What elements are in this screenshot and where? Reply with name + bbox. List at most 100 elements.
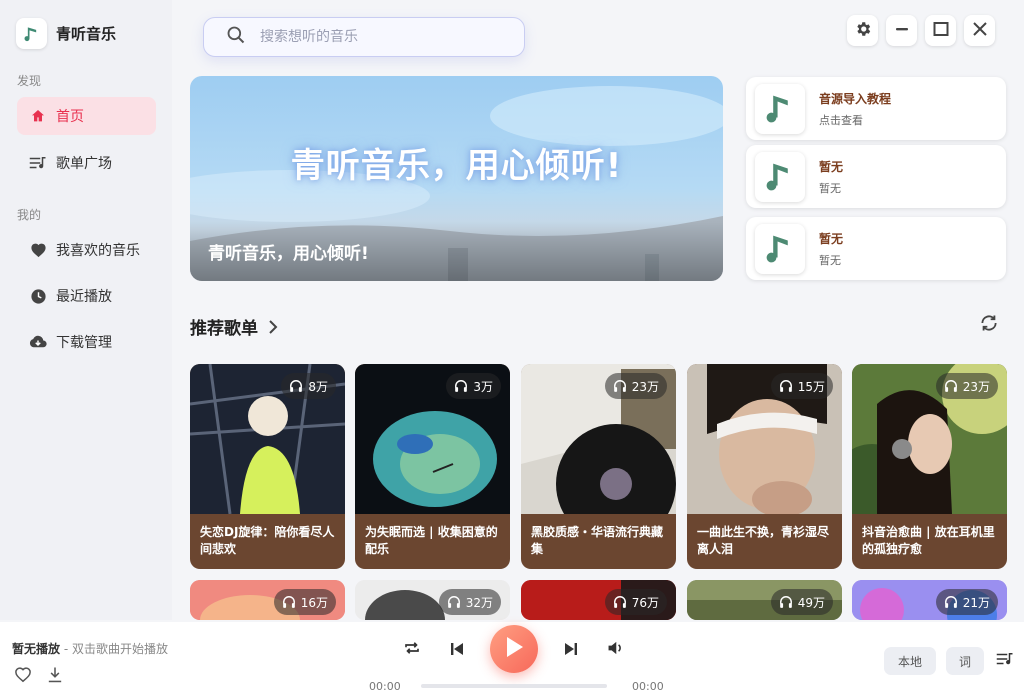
close-icon — [972, 21, 987, 40]
playlist-card[interactable]: 76万 — [521, 580, 676, 620]
headphones-icon — [454, 379, 468, 393]
play-count: 23万 — [631, 379, 659, 394]
repeat-button[interactable] — [402, 640, 422, 660]
play-count: 76万 — [631, 595, 659, 610]
play-count-badge: 16万 — [273, 589, 336, 615]
headphones-icon — [282, 595, 296, 609]
banner[interactable]: 青听音乐，用心倾听! 青听音乐，用心倾听! — [190, 76, 723, 281]
side-card-subtitle: 点击查看 — [819, 113, 863, 127]
chevron-right-icon — [268, 319, 278, 334]
maximize-icon — [933, 21, 949, 41]
play-count: 23万 — [962, 379, 990, 394]
play-count: 21万 — [962, 595, 990, 610]
sidebar-item-label: 下载管理 — [56, 335, 112, 351]
progress-bar[interactable] — [421, 684, 607, 688]
player-bar: 暂无播放 - 双击歌曲开始播放 00:00 00:00 本地 词 — [0, 622, 1024, 698]
headphones-icon — [289, 379, 303, 393]
search-icon — [226, 25, 246, 49]
refresh-button[interactable] — [976, 312, 1002, 338]
music-note-icon — [755, 223, 805, 274]
sidebar-item-recent[interactable]: 最近播放 — [17, 277, 156, 315]
headphones-icon — [944, 379, 958, 393]
play-count-badge: 76万 — [604, 589, 667, 615]
volume-button[interactable] — [605, 640, 625, 660]
play-count: 16万 — [300, 595, 328, 610]
side-card-title: 音源导入教程 — [819, 91, 892, 106]
playlist-name: 抖音治愈曲 | 放在耳机里的孤独疗愈 — [862, 525, 995, 556]
playlist-card[interactable]: 16万 — [190, 580, 345, 620]
recommend-section-header[interactable]: 推荐歌单 — [190, 314, 278, 339]
sidebar-item-playlist-square[interactable]: 歌单广场 — [17, 144, 156, 182]
app-logo: 青听音乐 — [16, 18, 116, 49]
next-button[interactable] — [561, 640, 581, 660]
sidebar-item-home[interactable]: 首页 — [17, 97, 156, 135]
playlist-card[interactable]: 15万 一曲此生不换，青衫湿尽离人泪 — [687, 364, 842, 569]
headphones-icon — [779, 379, 793, 393]
side-card-subtitle: 暂无 — [819, 253, 841, 267]
settings-button[interactable] — [847, 15, 878, 46]
play-button[interactable] — [490, 625, 538, 673]
sidebar: 青听音乐 发现 首页 歌单广场 我的 我喜欢的音乐 最近播放 下载管理 — [0, 0, 172, 620]
lyrics-button[interactable]: 词 — [946, 647, 984, 675]
sidebar-item-liked-music[interactable]: 我喜欢的音乐 — [17, 231, 156, 269]
app-name: 青听音乐 — [56, 25, 117, 43]
home-icon — [29, 107, 47, 125]
playlist-card[interactable]: 49万 — [687, 580, 842, 620]
queue-button[interactable] — [995, 651, 1015, 671]
play-count-badge: 32万 — [438, 589, 501, 615]
banner-headline: 青听音乐，用心倾听! — [290, 146, 623, 186]
close-button[interactable] — [964, 15, 995, 46]
play-count-badge: 3万 — [446, 373, 501, 399]
mine-section-title: 我的 — [17, 208, 42, 222]
headphones-icon — [613, 595, 627, 609]
headphones-icon — [447, 595, 461, 609]
playlist-name: 为失眠而选 | 收集困意的配乐 — [365, 525, 498, 556]
headphones-icon — [944, 595, 958, 609]
now-playing-hint: - 双击歌曲开始播放 — [60, 642, 168, 656]
heart-icon — [29, 241, 47, 259]
volume-icon — [607, 640, 624, 660]
now-playing: 暂无播放 - 双击歌曲开始播放 — [12, 640, 168, 657]
current-time: 00:00 — [369, 680, 401, 693]
minimize-button[interactable] — [886, 15, 917, 46]
side-card-source-tutorial[interactable]: 音源导入教程 点击查看 — [746, 77, 1006, 140]
total-time: 00:00 — [632, 680, 664, 693]
search-input[interactable] — [260, 29, 500, 45]
playlist-card[interactable]: 23万 抖音治愈曲 | 放在耳机里的孤独疗愈 — [852, 364, 1007, 569]
play-icon — [504, 636, 524, 662]
play-count: 3万 — [473, 379, 493, 394]
play-count-badge: 8万 — [281, 373, 336, 399]
refresh-icon — [979, 313, 999, 337]
previous-button[interactable] — [447, 640, 467, 660]
like-button[interactable] — [13, 666, 33, 686]
playlist-name: 一曲此生不换，青衫湿尽离人泪 — [697, 525, 830, 556]
playlist-card[interactable]: 8万 失恋DJ旋律：陪你看尽人间悲欢 — [190, 364, 345, 569]
playlist-icon — [996, 651, 1014, 671]
maximize-button[interactable] — [925, 15, 956, 46]
playlist-icon — [29, 154, 47, 172]
skip-next-icon — [564, 641, 578, 660]
music-note-icon — [755, 83, 805, 134]
search-box — [203, 17, 525, 57]
side-card-title: 暂无 — [819, 231, 844, 246]
playlist-card[interactable]: 32万 — [355, 580, 510, 620]
sidebar-item-label: 我喜欢的音乐 — [56, 243, 140, 259]
side-card-empty-2[interactable]: 暂无 暂无 — [746, 217, 1006, 280]
play-count: 15万 — [797, 379, 825, 394]
sidebar-item-downloads[interactable]: 下载管理 — [17, 323, 156, 361]
play-count-badge: 15万 — [770, 373, 833, 399]
banner-caption: 青听音乐，用心倾听! — [208, 244, 369, 264]
local-button[interactable]: 本地 — [884, 647, 936, 675]
discover-section-title: 发现 — [17, 74, 42, 88]
playlist-card[interactable]: 21万 — [852, 580, 1007, 620]
cloud-download-icon — [29, 333, 47, 351]
side-card-empty-1[interactable]: 暂无 暂无 — [746, 145, 1006, 208]
download-button[interactable] — [45, 666, 65, 686]
recommend-title: 推荐歌单 — [190, 319, 258, 339]
play-count-badge: 23万 — [935, 373, 998, 399]
playlist-card[interactable]: 23万 黑胶质感・华语流行典藏集 — [521, 364, 676, 569]
play-count-badge: 49万 — [770, 589, 833, 615]
playlist-card[interactable]: 3万 为失眠而选 | 收集困意的配乐 — [355, 364, 510, 569]
skip-previous-icon — [450, 641, 464, 660]
play-count-badge: 21万 — [935, 589, 998, 615]
